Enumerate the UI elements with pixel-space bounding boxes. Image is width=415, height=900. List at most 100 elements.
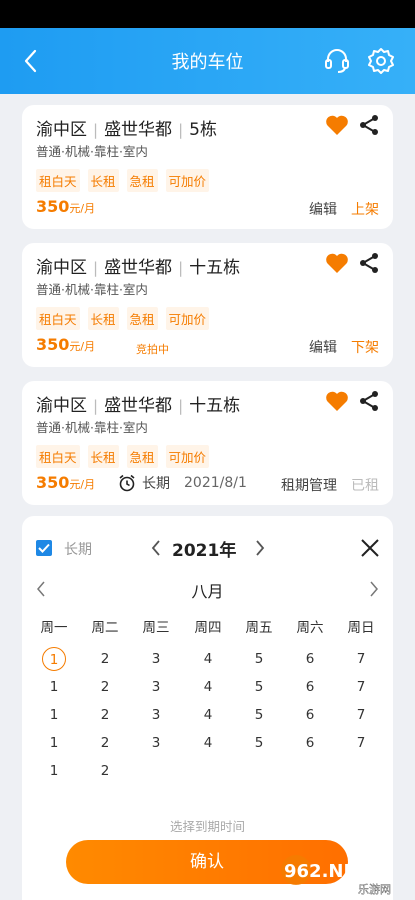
app-header: 我的车位 bbox=[0, 28, 415, 94]
edit-button[interactable]: 编辑 bbox=[309, 337, 337, 357]
tag: 长租 bbox=[87, 445, 119, 468]
calendar-day[interactable]: 3 bbox=[144, 675, 168, 699]
next-year-button[interactable] bbox=[250, 536, 270, 560]
calendar-day[interactable]: 6 bbox=[298, 703, 322, 727]
next-month-button[interactable] bbox=[365, 578, 383, 600]
tag: 长租 bbox=[87, 307, 119, 330]
calendar-day[interactable]: 7 bbox=[349, 731, 373, 755]
calendar-day[interactable]: 2 bbox=[93, 731, 117, 755]
list-button[interactable]: 上架 bbox=[351, 199, 379, 219]
lease-type: 长期 bbox=[142, 476, 170, 492]
calendar-day[interactable]: 4 bbox=[196, 703, 220, 727]
chevron-left-icon bbox=[151, 540, 160, 556]
chevron-right-icon bbox=[256, 540, 265, 556]
year-label: 2021年 bbox=[172, 541, 237, 561]
calendar-day[interactable]: 5 bbox=[247, 675, 271, 699]
prev-month-button[interactable] bbox=[32, 578, 50, 600]
tag-list: 租白天 长租 急租 可加价 bbox=[36, 169, 210, 192]
heart-icon[interactable] bbox=[325, 114, 349, 136]
tag: 急租 bbox=[126, 445, 158, 468]
card-location: 渝中区 | 盛世华都 | 5栋 bbox=[36, 120, 217, 140]
calendar-day[interactable]: 4 bbox=[196, 647, 220, 671]
chevron-left-icon bbox=[37, 581, 45, 597]
settings-button[interactable] bbox=[364, 44, 398, 78]
calendar-day-selected[interactable]: 1 bbox=[42, 647, 66, 671]
weekday-header: 周六 bbox=[296, 620, 324, 636]
price: 350元/月 bbox=[36, 473, 95, 492]
tag: 急租 bbox=[126, 307, 158, 330]
heart-icon[interactable] bbox=[325, 252, 349, 274]
tag: 可加价 bbox=[165, 445, 210, 468]
date-picker-panel: 长期 2021年 八月 周一 周二 周三 周四 周五 周六 周日 1 2 3 4… bbox=[22, 516, 393, 900]
weekday-header: 周四 bbox=[194, 620, 222, 636]
card-features: 普通·机械·靠柱·室内 bbox=[36, 144, 148, 159]
customer-service-button[interactable] bbox=[320, 44, 354, 78]
long-term-checkbox[interactable] bbox=[36, 540, 52, 556]
community-label: 盛世华都 bbox=[104, 396, 173, 416]
auction-status: 竞拍中 bbox=[136, 343, 169, 356]
prev-year-button[interactable] bbox=[146, 536, 166, 560]
calendar-day[interactable]: 7 bbox=[349, 675, 373, 699]
calendar-day[interactable]: 2 bbox=[93, 703, 117, 727]
parking-card[interactable]: 渝中区 | 盛世华都 | 5栋 普通·机械·靠柱·室内 租白天 长租 急租 可加价 35… bbox=[22, 105, 393, 229]
status-bar bbox=[0, 0, 415, 28]
lease-manage-button[interactable]: 租期管理 bbox=[281, 475, 337, 495]
calendar-day[interactable]: 6 bbox=[298, 675, 322, 699]
calendar-day[interactable]: 1 bbox=[42, 759, 66, 783]
share-icon[interactable] bbox=[358, 252, 380, 274]
lease-date: 2021/8/1 bbox=[184, 475, 247, 491]
weekday-header: 周日 bbox=[347, 620, 375, 636]
district-label: 渝中区 bbox=[36, 258, 87, 278]
weekday-header: 周一 bbox=[40, 620, 68, 636]
card-location: 渝中区 | 盛世华都 | 十五栋 bbox=[36, 258, 241, 278]
heart-icon[interactable] bbox=[325, 390, 349, 412]
share-icon[interactable] bbox=[358, 390, 380, 412]
parking-card[interactable]: 渝中区 | 盛世华都 | 十五栋 普通·机械·靠柱·室内 租白天 长租 急租 可加价 3… bbox=[22, 243, 393, 367]
calendar-day[interactable]: 4 bbox=[196, 675, 220, 699]
watermark-sub: 乐游网 bbox=[358, 883, 391, 896]
card-location: 渝中区 | 盛世华都 | 十五栋 bbox=[36, 396, 241, 416]
long-term-label: 长期 bbox=[64, 542, 92, 558]
calendar-day[interactable]: 1 bbox=[42, 675, 66, 699]
calendar-day[interactable]: 5 bbox=[247, 703, 271, 727]
share-icon[interactable] bbox=[358, 114, 380, 136]
calendar-day[interactable]: 2 bbox=[93, 759, 117, 783]
calendar-day[interactable]: 5 bbox=[247, 731, 271, 755]
calendar-day[interactable]: 2 bbox=[93, 675, 117, 699]
calendar-day[interactable]: 6 bbox=[298, 647, 322, 671]
community-label: 盛世华都 bbox=[104, 120, 173, 140]
calendar-day[interactable]: 2 bbox=[93, 647, 117, 671]
parking-card[interactable]: 渝中区 | 盛世华都 | 十五栋 普通·机械·靠柱·室内 租白天 长租 急租 可加价 3… bbox=[22, 381, 393, 505]
tag: 租白天 bbox=[36, 445, 80, 468]
calendar-day[interactable]: 1 bbox=[42, 731, 66, 755]
chevron-right-icon bbox=[370, 581, 378, 597]
price-value: 350 bbox=[36, 335, 70, 354]
calendar-day[interactable]: 7 bbox=[349, 647, 373, 671]
calendar-day[interactable]: 3 bbox=[144, 647, 168, 671]
edit-button[interactable]: 编辑 bbox=[309, 199, 337, 219]
calendar-day[interactable]: 1 bbox=[42, 703, 66, 727]
building-label: 十五栋 bbox=[189, 396, 241, 416]
calendar-day[interactable]: 6 bbox=[298, 731, 322, 755]
unlist-button[interactable]: 下架 bbox=[351, 337, 379, 357]
site-watermark-logo: 962.NET 乐游网 bbox=[281, 855, 391, 896]
calendar-day[interactable]: 7 bbox=[349, 703, 373, 727]
community-label: 盛世华都 bbox=[104, 258, 173, 278]
calendar-day[interactable]: 4 bbox=[196, 731, 220, 755]
tag: 租白天 bbox=[36, 307, 80, 330]
check-icon bbox=[38, 543, 50, 553]
price-unit: 元/月 bbox=[69, 202, 96, 215]
tag: 急租 bbox=[126, 169, 158, 192]
tag: 可加价 bbox=[165, 307, 210, 330]
calendar-day[interactable]: 3 bbox=[144, 731, 168, 755]
district-label: 渝中区 bbox=[36, 396, 87, 416]
price-value: 350 bbox=[36, 197, 70, 216]
building-label: 5栋 bbox=[189, 120, 217, 140]
card-features: 普通·机械·靠柱·室内 bbox=[36, 282, 148, 297]
alarm-clock-icon bbox=[119, 474, 135, 492]
price: 350元/月 bbox=[36, 335, 95, 354]
calendar-day[interactable]: 5 bbox=[247, 647, 271, 671]
close-button[interactable] bbox=[358, 536, 382, 560]
calendar-day[interactable]: 3 bbox=[144, 703, 168, 727]
month-label: 八月 bbox=[191, 582, 224, 601]
